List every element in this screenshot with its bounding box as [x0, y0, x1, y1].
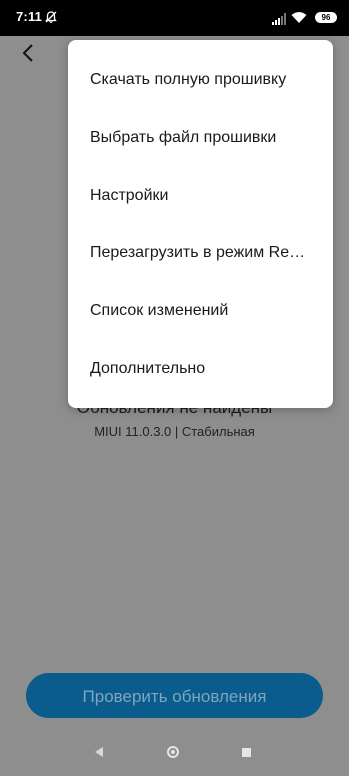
signal-icon	[272, 12, 286, 30]
battery-icon: 96	[315, 12, 337, 23]
nav-recents-icon[interactable]	[242, 748, 251, 757]
menu-item-settings[interactable]: Настройки	[68, 168, 333, 224]
menu-item-changelog[interactable]: Список изменений	[68, 283, 333, 339]
nav-home-icon[interactable]	[167, 746, 179, 758]
status-time: 7:11	[16, 9, 43, 24]
overflow-menu: Скачать полную прошивку Выбрать файл про…	[68, 40, 333, 408]
wifi-icon	[291, 11, 307, 29]
status-bar: 7:11 96	[0, 0, 349, 36]
menu-item-reboot-recovery[interactable]: Перезагрузить в режим Recovery	[68, 225, 333, 281]
firmware-version: MIUI 11.0.3.0 | Стабильная	[94, 424, 255, 439]
menu-item-download-full[interactable]: Скачать полную прошивку	[68, 52, 333, 108]
menu-item-choose-file[interactable]: Выбрать файл прошивки	[68, 110, 333, 166]
alarm-off-icon	[44, 10, 58, 29]
menu-item-additional[interactable]: Дополнительно	[68, 341, 333, 397]
check-updates-button[interactable]: Проверить обновления	[26, 673, 323, 718]
back-button[interactable]	[18, 42, 40, 64]
nav-back-icon[interactable]	[95, 747, 103, 757]
chevron-left-icon	[22, 44, 33, 62]
